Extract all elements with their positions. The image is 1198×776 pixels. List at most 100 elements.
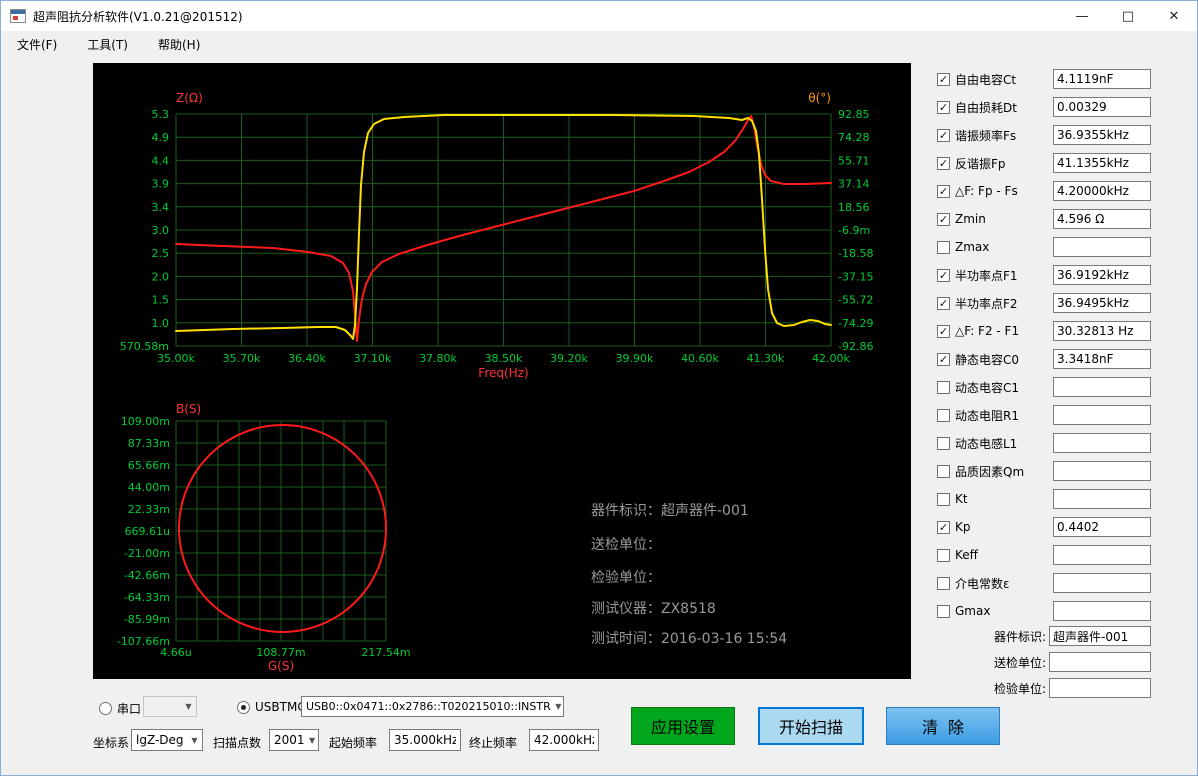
result-row: ✓Kp [937,513,1197,541]
minimize-button[interactable]: — [1059,1,1105,31]
result-label: 半功率点F2 [955,295,1018,312]
close-button[interactable]: ✕ [1151,1,1197,31]
result-row: ✓ 半功率点F2 [937,289,1197,317]
result-checkbox[interactable]: ✓ [937,325,950,338]
impedance-chart: 5.34.94.43.93.43.02.52.01.51.0570.58m92.… [120,91,874,380]
result-checkbox[interactable] [937,493,950,506]
z-axis-tick: 4.9 [152,131,170,144]
result-value-input[interactable] [1053,545,1151,565]
result-value-input[interactable] [1053,293,1151,313]
result-checkbox[interactable] [937,577,950,590]
chevron-down-icon[interactable]: ▼ [305,736,319,745]
device-field-input[interactable] [1049,652,1151,672]
clear-button[interactable]: 清除 [886,707,1000,745]
coord-system-combo[interactable]: lgZ-Deg ▼ [131,729,203,751]
titlebar[interactable]: 超声阻抗分析软件(V1.0.21@201512) — □ ✕ [1,1,1197,31]
chevron-down-icon[interactable]: ▼ [187,736,202,745]
apply-settings-button[interactable]: 应用设置 [631,707,735,745]
result-checkbox[interactable]: ✓ [937,73,950,86]
result-row: ✓△F: F2 - F1 [937,317,1197,345]
usbtmc-address-combo[interactable]: USB0::0x0471::0x2786::T020215010::INSTR … [301,696,564,717]
scan-points-combo[interactable]: 2001 ▼ [269,729,319,751]
result-checkbox[interactable] [937,241,950,254]
result-label: 半功率点F1 [955,267,1018,284]
info-annotation: 检验单位： [591,570,661,586]
result-checkbox[interactable]: ✓ [937,521,950,534]
usbtmc-address-value: USB0::0x0471::0x2786::T020215010::INSTR [306,700,551,713]
result-row: 动态电感L1 [937,429,1197,457]
result-value-input[interactable] [1053,461,1151,481]
result-value-input[interactable] [1053,433,1151,453]
result-value-input[interactable] [1053,601,1151,621]
result-value-input[interactable] [1053,237,1151,257]
result-label: Zmax [955,240,989,254]
theta-axis-tick: -18.58 [838,247,873,260]
menu-help[interactable]: 帮助(H) [148,32,210,57]
result-checkbox[interactable]: ✓ [937,157,950,170]
usbtmc-radio-group[interactable]: USBTMC [237,700,306,714]
stop-freq-input[interactable] [529,729,599,751]
result-value-input[interactable] [1053,321,1151,341]
freq-axis-tick: 36.40k [288,352,326,365]
result-value-input[interactable] [1053,349,1151,369]
result-value-input[interactable] [1053,209,1151,229]
coord-system-label: 坐标系 [93,734,129,751]
b-axis-tick: 22.33m [128,503,170,516]
result-value-input[interactable] [1053,377,1151,397]
chevron-down-icon: ▼ [181,702,196,711]
device-field-input[interactable] [1049,678,1151,698]
usbtmc-radio[interactable] [237,701,250,714]
z-axis-tick: 3.4 [152,201,170,214]
result-label: 谐振频率Fs [955,127,1016,144]
result-checkbox[interactable]: ✓ [937,101,950,114]
serial-radio-group[interactable]: 串口 [99,700,141,717]
maximize-button[interactable]: □ [1105,1,1151,31]
device-field-input[interactable] [1049,626,1151,646]
device-field-label: 检验单位: [937,680,1049,697]
result-value-input[interactable] [1053,181,1151,201]
chevron-down-icon[interactable]: ▼ [551,702,564,711]
b-axis-tick: -42.66m [124,569,170,582]
g-axis-title: G(S) [268,659,294,673]
result-row: ✓自由电容Ct [937,65,1197,93]
serial-radio[interactable] [99,702,112,715]
admittance-chart: 109.00m87.33m65.66m44.00m22.33m669.61u-2… [117,402,411,673]
b-axis-title: B(S) [176,402,201,416]
result-label: 自由损耗Dt [955,99,1017,116]
result-checkbox[interactable] [937,465,950,478]
theta-axis-tick: -74.29 [838,317,873,330]
menu-file[interactable]: 文件(F) [7,32,67,57]
start-scan-button[interactable]: 开始扫描 [758,707,864,745]
freq-axis-tick: 38.50k [485,352,523,365]
result-checkbox[interactable] [937,437,950,450]
result-value-input[interactable] [1053,573,1151,593]
result-value-input[interactable] [1053,489,1151,509]
result-checkbox[interactable]: ✓ [937,213,950,226]
result-checkbox[interactable]: ✓ [937,129,950,142]
result-value-input[interactable] [1053,125,1151,145]
result-checkbox[interactable] [937,605,950,618]
results-panel: ✓自由电容Ct✓自由损耗Dt✓谐振频率Fs✓反谐振Fp✓△F: Fp - Fs✓… [937,65,1197,625]
result-checkbox[interactable] [937,381,950,394]
theta-axis-title: θ(°) [808,91,831,105]
result-value-input[interactable] [1053,69,1151,89]
result-checkbox[interactable]: ✓ [937,297,950,310]
usbtmc-radio-label: USBTMC [255,700,306,714]
result-value-input[interactable] [1053,265,1151,285]
menu-tools[interactable]: 工具(T) [77,32,138,57]
scan-points-label: 扫描点数 [213,734,261,751]
result-checkbox[interactable] [937,549,950,562]
result-checkbox[interactable] [937,409,950,422]
result-row: ✓ 自由损耗Dt [937,93,1197,121]
result-value-input[interactable] [1053,153,1151,173]
result-label: 动态电容C1 [955,379,1019,396]
start-freq-input[interactable] [389,729,461,751]
result-label: Gmax [955,604,990,618]
result-checkbox[interactable]: ✓ [937,269,950,282]
result-value-input[interactable] [1053,97,1151,117]
result-checkbox[interactable]: ✓ [937,185,950,198]
result-checkbox[interactable]: ✓ [937,353,950,366]
z-axis-tick: 2.5 [152,247,170,260]
result-value-input[interactable] [1053,405,1151,425]
result-value-input[interactable] [1053,517,1151,537]
